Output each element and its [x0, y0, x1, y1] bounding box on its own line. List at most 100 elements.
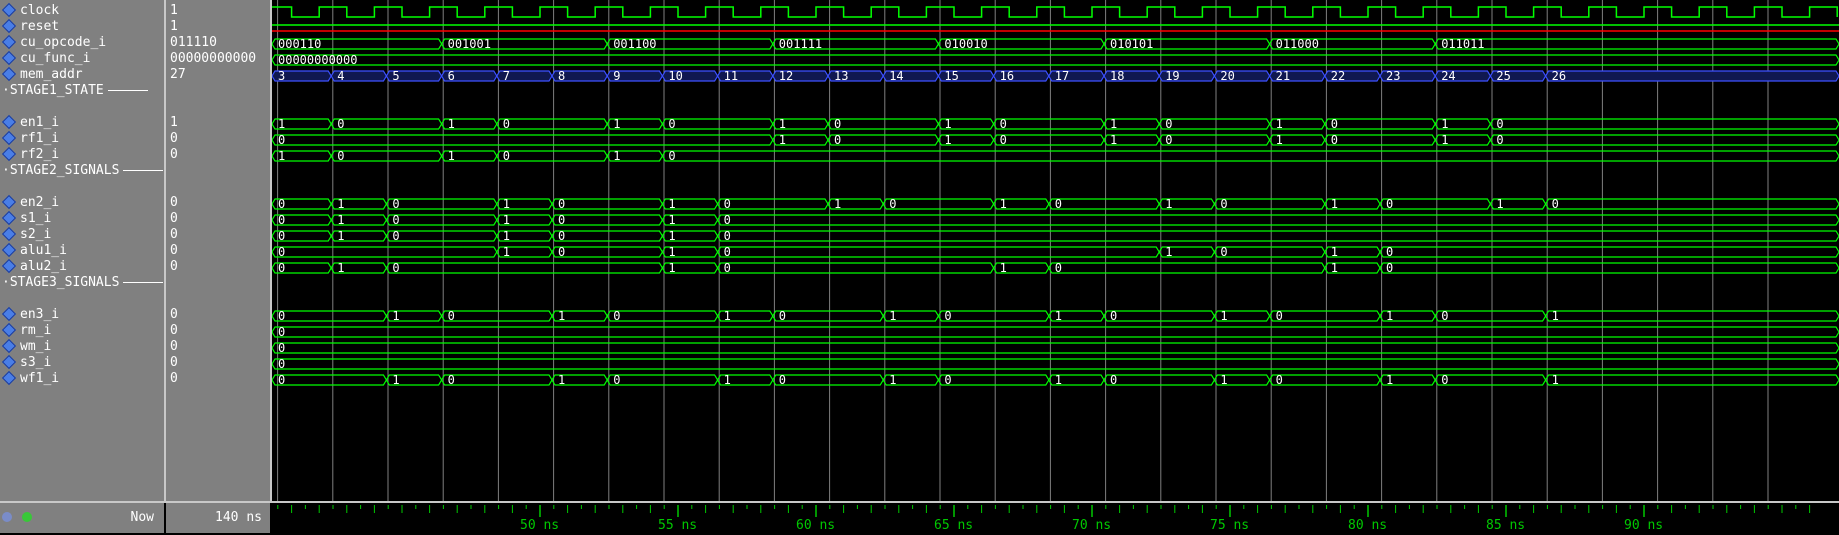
signal-name: cu_func_i: [20, 51, 91, 66]
bus-value-label: 0: [392, 197, 399, 211]
signal-row-en1_i[interactable]: en1_i: [0, 114, 59, 131]
bus-value-label: 1: [278, 149, 285, 163]
bus-segment: [1544, 310, 1839, 322]
bus-value-label: 1: [337, 261, 344, 275]
group-header[interactable]: ·STAGE3_SIGNALS: [0, 275, 164, 291]
signal-row-mem_addr[interactable]: mem_addr: [0, 66, 83, 83]
bus-segment: [385, 262, 664, 274]
signal-name: cu_opcode_i: [20, 35, 107, 50]
bus-value-label: 1: [558, 309, 565, 323]
bus-value-label: 5: [392, 69, 399, 83]
bus-value-label: 0: [503, 149, 510, 163]
signal-row-s2_i[interactable]: s2_i: [0, 226, 51, 243]
bus-segment: [1489, 134, 1839, 146]
signal-row-s3_i[interactable]: s3_i: [0, 354, 51, 371]
bus-value-label: 0: [392, 229, 399, 243]
zoom-in-icon[interactable]: [21, 512, 32, 522]
bus-value-label: 0: [724, 261, 731, 275]
bus-value-label: 11: [724, 69, 738, 83]
bus-value-label: 1: [1496, 197, 1503, 211]
bus-segment: [440, 310, 553, 322]
group-header[interactable]: ·STAGE1_STATE: [0, 83, 148, 99]
bus-value-label: 0: [558, 229, 565, 243]
signal-row-cu_opcode_i[interactable]: cu_opcode_i: [0, 34, 107, 51]
bus-value-label: 0: [613, 373, 620, 387]
bus-segment: [496, 150, 608, 162]
bus-segment: [992, 118, 1105, 130]
signal-value-rf1_i: 0: [170, 131, 178, 146]
signal-diamond-icon: [1, 114, 17, 130]
bus-segment: [551, 230, 664, 242]
signal-names-pane[interactable]: clock reset cu_opcode_i cu_func_i mem_addr ·S…: [0, 0, 166, 501]
bus-value-label: 0: [668, 117, 675, 131]
bus-segment: [1324, 134, 1436, 146]
bus-segment: [1434, 38, 1839, 50]
bus-value-label: 0: [668, 149, 675, 163]
bus-segment: [1213, 246, 1326, 258]
bus-value-label: 0: [337, 149, 344, 163]
bus-value-label: 10: [668, 69, 682, 83]
signal-name: mem_addr: [20, 67, 83, 82]
bus-value-label: 0: [1276, 309, 1283, 323]
signal-row-alu2_i[interactable]: alu2_i: [0, 258, 67, 275]
bus-segment: [385, 230, 498, 242]
signal-row-wm_i[interactable]: wm_i: [0, 338, 51, 355]
bus-segment: [551, 246, 664, 258]
signal-diamond-icon: [1, 210, 17, 226]
waveform-pane[interactable]: 000110 001001 001100 001111 010010 010101 0110…: [235, 0, 1839, 501]
signal-row-cu_func_i[interactable]: cu_func_i: [0, 50, 91, 67]
bus-segment: [271, 342, 1839, 354]
bus-value-label: 17: [1055, 69, 1069, 83]
bus-value-label: 1: [668, 229, 675, 243]
bus-segment: [882, 198, 995, 210]
signal-row-rf1_i[interactable]: rf1_i: [0, 130, 60, 147]
bus-value-label: 1: [1055, 309, 1062, 323]
bus-value-label: 0: [1110, 373, 1117, 387]
bus-segment: [271, 358, 1839, 370]
bus-segment: [1158, 118, 1271, 130]
zoom-out-icon[interactable]: [2, 512, 12, 522]
signal-row-alu1_i[interactable]: alu1_i: [0, 242, 67, 259]
bus-value-label: 1: [668, 245, 675, 259]
bus-value-label: 1: [1110, 133, 1117, 147]
bus-value-label: 7: [503, 69, 510, 83]
signal-row-clock[interactable]: clock: [0, 2, 60, 19]
signal-row-en3_i[interactable]: en3_i: [0, 306, 59, 323]
signal-diamond-icon: [1, 322, 17, 338]
signal-row-rf2_i[interactable]: rf2_i: [0, 146, 59, 163]
bus-value-label: 00000000000: [278, 53, 357, 67]
bus-value-label: 24: [1441, 69, 1455, 83]
signal-diamond-icon: [1, 242, 17, 258]
signal-name: rf1_i: [20, 131, 60, 146]
zoom-icons[interactable]: [2, 511, 34, 526]
bus-value-label: 14: [889, 69, 903, 83]
signal-row-en2_i[interactable]: en2_i: [0, 194, 59, 211]
waveform-canvas[interactable]: 000110 001001 001100 001111 010010 010101 0110…: [235, 0, 1839, 501]
signal-value-clock: 1: [170, 3, 178, 18]
bus-segment: [1324, 118, 1436, 130]
bus-segment: [496, 118, 608, 130]
signal-row-wf1_i[interactable]: wf1_i: [0, 370, 59, 387]
signal-value-en3_i: 0: [170, 307, 178, 322]
bus-value-label: 1: [779, 117, 786, 131]
bus-value-label: 1: [724, 373, 731, 387]
bus-value-label: 0: [448, 309, 455, 323]
bus-value-label: 0: [278, 341, 285, 355]
bus-value-label: 0: [278, 229, 285, 243]
signal-diamond-icon: [1, 2, 17, 18]
bus-value-label: 0: [834, 117, 841, 131]
bus-value-label: 0: [392, 261, 399, 275]
bus-value-label: 1: [944, 133, 951, 147]
signal-row-rm_i[interactable]: rm_i: [0, 322, 51, 339]
bus-value-label: 0: [1220, 245, 1227, 259]
signal-row-reset[interactable]: reset: [0, 18, 59, 35]
bus-value-label: 0: [1055, 261, 1062, 275]
signal-name: alu2_i: [20, 259, 67, 274]
group-header[interactable]: ·STAGE2_SIGNALS: [0, 163, 164, 179]
signal-name: clock: [20, 3, 60, 18]
signal-values-pane[interactable]: 1 1 011110 00000000000 27 1 0 0 0 0 0 0 0 0 0 0 0 0: [166, 0, 272, 501]
bus-value-label: 1: [503, 213, 510, 227]
time-ruler[interactable]: 50 ns 55 ns 60 ns 65 ns 70 ns 75 ns 80 ns 85 ns…: [272, 503, 1839, 533]
bus-segment: [1268, 374, 1381, 386]
signal-row-s1_i[interactable]: s1_i: [0, 210, 51, 227]
